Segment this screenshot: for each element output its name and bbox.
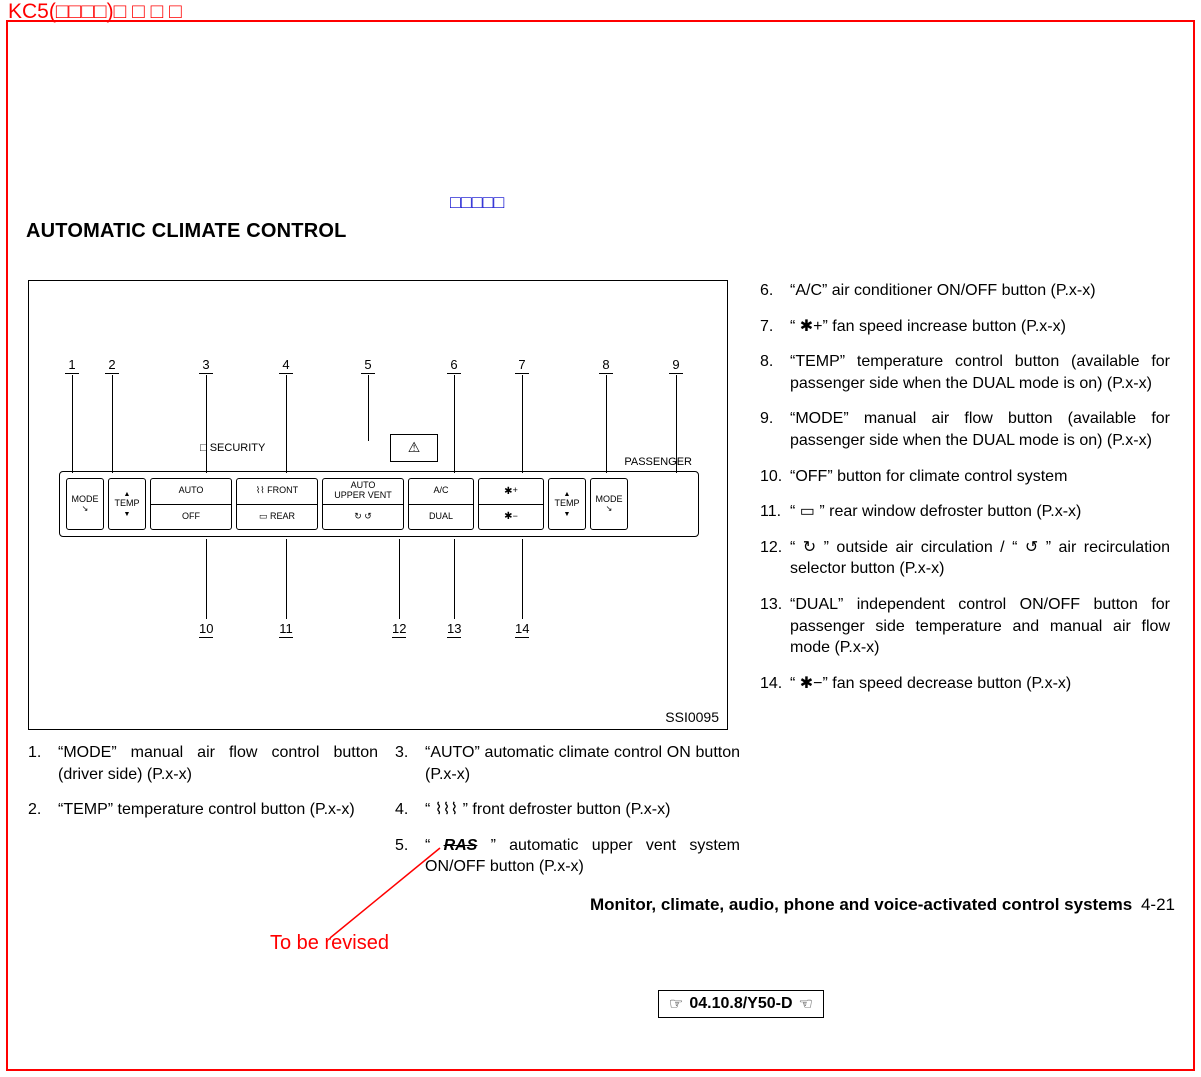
hazard-button: ⚠ xyxy=(390,434,438,462)
recirc-button: ↻ ↺ xyxy=(323,504,403,530)
mode-passenger-button: MODE↘ xyxy=(590,478,628,530)
list-item: 9.“MODE” manual air flow button (availab… xyxy=(760,408,1170,451)
revision-note: To be revised xyxy=(270,932,389,955)
list-item: 10.“OFF” button for climate control syst… xyxy=(760,466,1170,488)
list-item: 7.“ ✱+” fan speed increase button (P.x-x… xyxy=(760,316,1170,338)
callout-14: 14 xyxy=(515,621,529,638)
climate-control-figure: 1 2 3 4 5 6 7 8 9 □ SECURITY PASSENGER ⚠ xyxy=(28,280,728,730)
section-footer: Monitor, climate, audio, phone and voice… xyxy=(590,895,1175,915)
list-item: 4. “ ⌇⌇⌇ ” front defroster button (P.x-x… xyxy=(395,799,740,821)
callout-13: 13 xyxy=(447,621,461,638)
hand-right-icon xyxy=(669,994,683,1014)
callout-7: 7 xyxy=(515,357,529,374)
figure-id: SSI0095 xyxy=(665,709,719,725)
page: KC5(□□□□)□ □ □ □ □□□□□ AUTOMATIC CLIMATE… xyxy=(0,0,1201,1077)
rear-defrost-button: ▭ REAR xyxy=(237,504,317,530)
defrost-group: ⌇⌇ FRONT ▭ REAR xyxy=(236,478,318,530)
callout-10: 10 xyxy=(199,621,213,638)
auto-off-group: AUTO OFF xyxy=(150,478,232,530)
control-panel: □ SECURITY PASSENGER ⚠ MODE↘ TEMP AUTO O… xyxy=(59,471,699,537)
blue-tag: □□□□□ xyxy=(450,192,504,213)
ac-dual-group: A/C DUAL xyxy=(408,478,474,530)
callout-12: 12 xyxy=(392,621,406,638)
list-item: 13.“DUAL” independent control ON/OFF but… xyxy=(760,594,1170,659)
list-item: 8.“TEMP” temperature control button (ava… xyxy=(760,351,1170,394)
list-item: 2. “TEMP” temperature control button (P.… xyxy=(28,799,378,821)
list-item: 12.“ ↻ ” outside air circulation / “ ↺ ”… xyxy=(760,537,1170,580)
callout-9: 9 xyxy=(669,357,683,374)
list-item: 6.“A/C” air conditioner ON/OFF button (P… xyxy=(760,280,1170,302)
dual-button: DUAL xyxy=(409,504,473,530)
callout-5: 5 xyxy=(361,357,375,374)
list-item: 14.“ ✱−” fan speed decrease button (P.x-… xyxy=(760,673,1170,695)
callout-4: 4 xyxy=(279,357,293,374)
temp-driver-button: TEMP xyxy=(108,478,146,530)
callout-6: 6 xyxy=(447,357,461,374)
vent-recirc-group: AUTO UPPER VENT ↻ ↺ xyxy=(322,478,404,530)
fan-group: + − xyxy=(478,478,544,530)
list-item: 11.“ ▭ ” rear window defroster button (P… xyxy=(760,501,1170,523)
auto-button: AUTO xyxy=(151,479,231,504)
passenger-label: PASSENGER xyxy=(624,456,692,468)
callout-3: 3 xyxy=(199,357,213,374)
upper-vent-button: AUTO UPPER VENT xyxy=(323,479,403,504)
list-item: 3. “AUTO” automatic climate control ON b… xyxy=(395,742,740,785)
front-defrost-button: ⌇⌇ FRONT xyxy=(237,479,317,504)
security-label: □ SECURITY xyxy=(200,442,265,454)
callout-8: 8 xyxy=(599,357,613,374)
fan-minus-button: − xyxy=(479,504,543,530)
off-button: OFF xyxy=(151,504,231,530)
callout-2: 2 xyxy=(105,357,119,374)
temp-passenger-button: TEMP xyxy=(548,478,586,530)
ac-button: A/C xyxy=(409,479,473,504)
callout-11: 11 xyxy=(279,621,293,638)
section-heading: AUTOMATIC CLIMATE CONTROL xyxy=(26,220,347,243)
legend-col-3: 6.“A/C” air conditioner ON/OFF button (P… xyxy=(760,280,1170,708)
hand-left-icon xyxy=(799,994,813,1014)
fan-plus-button: + xyxy=(479,479,543,504)
mode-driver-button: MODE↘ xyxy=(66,478,104,530)
list-item: 1. “MODE” manual air flow control button… xyxy=(28,742,378,785)
legend-col-1: 1. “MODE” manual air flow control button… xyxy=(28,742,378,835)
callout-1: 1 xyxy=(65,357,79,374)
revision-date-box: 04.10.8/Y50-D xyxy=(658,990,824,1018)
